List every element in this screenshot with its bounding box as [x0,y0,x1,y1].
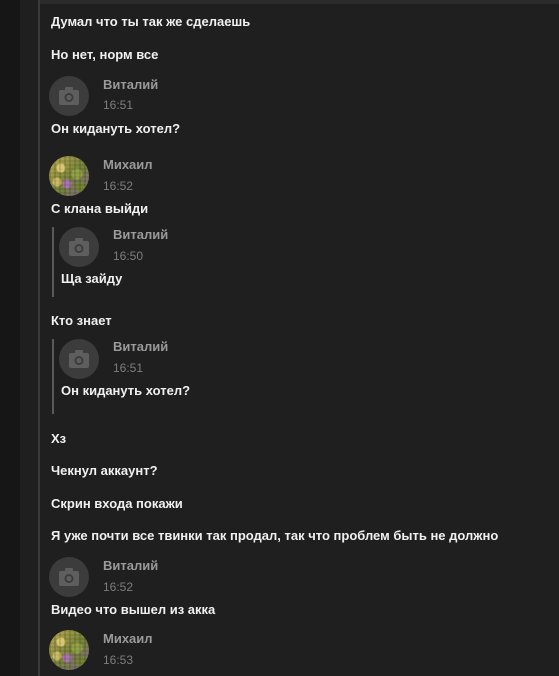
message-text: Думал что ты так же сделаешь [51,14,251,29]
quote-author[interactable]: Виталий [113,227,168,242]
quote-bar [52,227,54,297]
message-text: Видео что вышел из акка [51,602,216,617]
camera-icon [59,568,79,586]
timestamp: 16:52 [103,179,134,193]
message-text: Хз [51,431,67,446]
left-gutter [0,0,20,676]
quote-text: Он кидануть хотел? [61,383,191,398]
timestamp: 16:52 [103,580,134,594]
camera-icon [69,238,89,256]
quote-author[interactable]: Виталий [113,339,168,354]
quote-avatar[interactable] [59,339,99,379]
author-name[interactable]: Виталий [103,558,158,573]
quote-timestamp: 16:51 [113,361,144,375]
author-name[interactable]: Виталий [103,77,158,92]
quote-timestamp: 16:50 [113,249,144,263]
avatar[interactable] [49,557,89,597]
quote-avatar[interactable] [59,227,99,267]
message-text: Но нет, норм все [51,47,159,62]
message-text: Я уже почти все твинки так продал, так ч… [51,528,499,543]
timestamp: 16:53 [103,653,134,667]
avatar[interactable] [49,76,89,116]
thread-rail [38,0,40,676]
camera-icon [69,350,89,368]
message-text: Скрин входа покажи [51,496,183,511]
avatar[interactable] [49,630,89,670]
quote-bar [52,339,54,414]
avatar[interactable] [49,156,89,196]
message-text: Он кидануть хотел? [51,121,181,136]
timestamp: 16:51 [103,98,134,112]
message-text: Кто знает [51,313,112,328]
top-edge [40,0,559,4]
message-text: С клана выйди [51,201,149,216]
message-text: Чекнул аккаунт? [51,463,158,478]
camera-icon [59,87,79,105]
quote-text: Ща зайду [61,271,123,286]
author-name[interactable]: Михаил [103,631,153,646]
author-name[interactable]: Михаил [103,157,153,172]
